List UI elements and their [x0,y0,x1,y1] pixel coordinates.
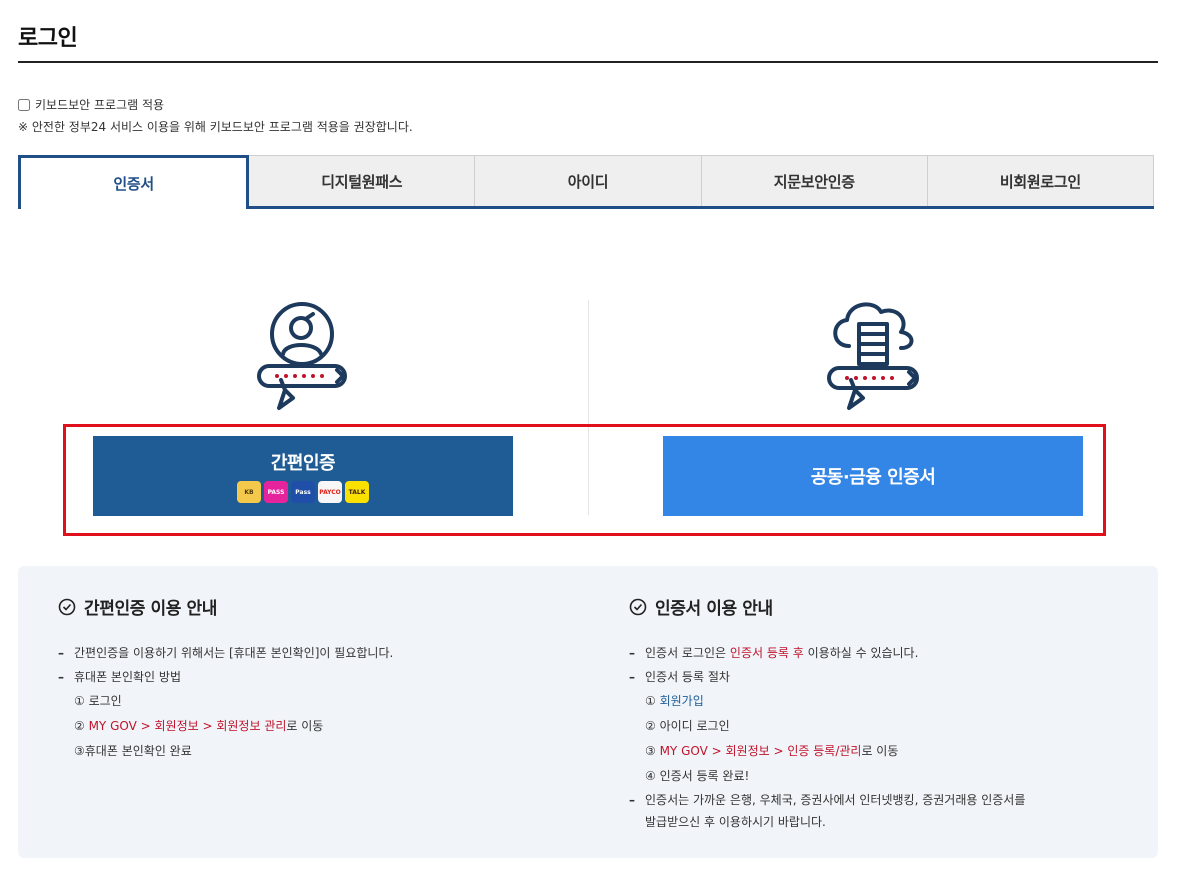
my-gov-member-info-link[interactable]: MY GOV > 회원정보 > 회원정보 관리 [89,719,287,733]
list-item: – 인증서는 가까운 은행, 우체국, 증권사에서 인터넷뱅킹, 증권거래용 인증… [629,793,1026,829]
simple-auth-button[interactable]: 간편인증 KB PASS Pass PAYCO TALK [93,436,513,516]
keyboard-security-note: ※ 안전한 정부24 서비스 이용을 위해 키보드보안 프로그램 적용을 권장합… [18,120,413,134]
certificate-guide: 인증서 이용 안내 – 인증서 로그인은 인증서 등록 후 이용하실 수 있습니다… [629,594,1025,833]
tab-certificate[interactable]: 인증서 [18,155,250,209]
keyboard-security-checkbox[interactable] [18,98,30,111]
simple-auth-guide: 간편인증 이용 안내 – 간편인증을 이용하기 위해서는 [휴대폰 본인확인]이 … [58,594,393,764]
simple-auth-guide-title: 간편인증 이용 안내 [84,599,217,619]
step-3: ③ MY GOV > 회원정보 > 인증 등록/관리로 이동 [645,744,899,758]
step-4: ④ 인증서 등록 완료! [645,769,750,783]
sign-up-link[interactable]: 회원가입 [660,694,704,708]
samsung-pass-badge: Pass [291,481,315,503]
simple-auth-label: 간편인증 [270,453,336,473]
joint-financial-certificate-button[interactable]: 공동·금융 인증서 [663,436,1083,516]
step-1: ① 회원가입 [645,694,704,708]
tab-id[interactable]: 아이디 [475,155,702,206]
step-3: ③휴대폰 본인확인 완료 [74,744,192,758]
provider-badges: KB PASS Pass PAYCO TALK [237,481,369,503]
page-title: 로그인 [18,26,78,51]
login-method-tabs: 인증서 디지털원패스 아이디 지문보안인증 비회원로그인 [18,155,1155,209]
list-item: – 간편인증을 이용하기 위해서는 [휴대폰 본인확인]이 필요합니다. [58,646,394,660]
title-divider [18,61,1158,63]
step-1: ① 로그인 [74,694,122,708]
check-circle-icon [629,598,647,615]
usage-guide-panel: 간편인증 이용 안내 – 간편인증을 이용하기 위해서는 [휴대폰 본인확인]이 … [18,566,1158,858]
keyboard-security-label: 키보드보안 프로그램 적용 [35,98,165,112]
step-2: ② MY GOV > 회원정보 > 회원정보 관리로 이동 [74,719,324,733]
certificate-cloud-server-icon [827,302,919,410]
certificate-guide-title: 인증서 이용 안내 [655,599,773,619]
step-2: ② 아이디 로그인 [645,719,730,733]
simple-auth-person-icon [257,302,347,410]
tab-fingerprint[interactable]: 지문보안인증 [701,155,928,206]
list-item: – 인증서 로그인은 인증서 등록 후 이용하실 수 있습니다. [629,646,919,660]
list-item: – 인증서 등록 절차 [629,670,730,684]
keyboard-security-option[interactable]: 키보드보안 프로그램 적용 [18,96,164,113]
list-item: – 휴대폰 본인확인 방법 [58,670,181,684]
my-gov-cert-register-link[interactable]: MY GOV > 회원정보 > 인증 등록/관리 [660,744,862,758]
payco-badge: PAYCO [318,481,342,503]
kb-badge: KB [237,481,261,503]
check-circle-icon [58,598,76,615]
tab-guest-login[interactable]: 비회원로그인 [927,155,1155,206]
kakao-talk-badge: TALK [345,481,369,503]
pass-badge: PASS [264,481,288,503]
tab-digital-onepass[interactable]: 디지털원패스 [249,155,476,206]
